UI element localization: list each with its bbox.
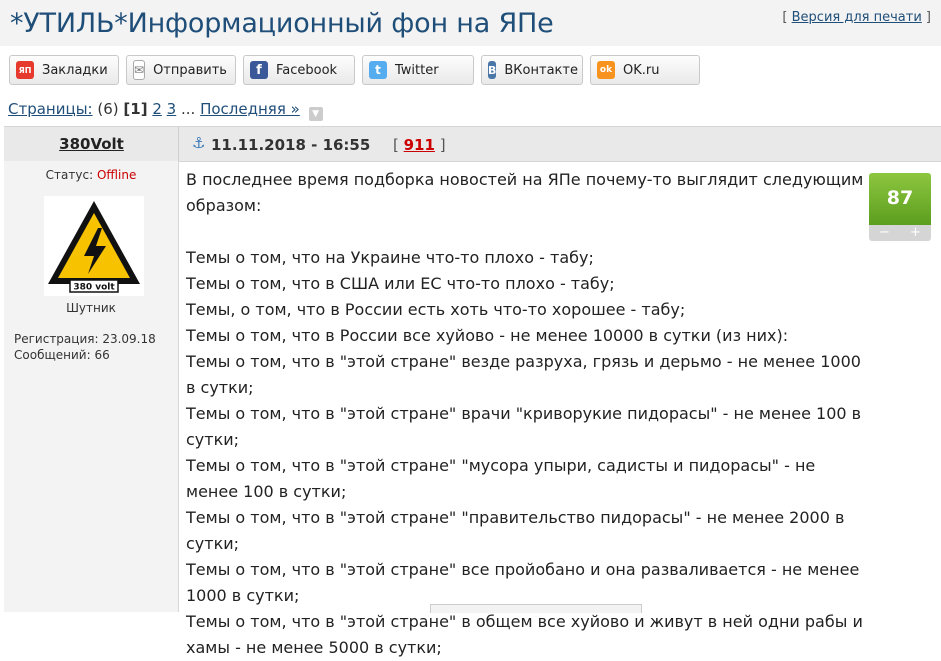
print-version: [ Версия для печати ] [782, 10, 931, 25]
pagination: Страницы: (6) [1] 2 3 ... Последняя » ▼ [8, 100, 323, 121]
post-line: Темы о том, что в США или ЕС что-то плох… [186, 274, 615, 293]
post-number-link[interactable]: 911 [404, 136, 435, 154]
twitter-icon: t [369, 61, 387, 79]
post-line: Темы о том, что в "этой стране" врачи "к… [186, 404, 862, 449]
vote-up-button[interactable]: + [910, 225, 921, 241]
pages-count: (6) [97, 100, 119, 118]
status-badge: Offline [96, 168, 137, 182]
anchor-icon[interactable]: ⚓ [192, 134, 205, 152]
author-rank: Шутник [66, 301, 116, 315]
post-line: Темы о том, что в "этой стране" везде ра… [186, 352, 861, 397]
post-date: 11.11.2018 - 16:55 [211, 136, 371, 154]
registration-date: Регистрация: 23.09.18 [14, 332, 156, 346]
pages-label[interactable]: Страницы: [8, 100, 93, 118]
share-button-vk[interactable]: B ВКонтакте [481, 55, 583, 85]
post-body: В последнее время подборка новостей на Я… [186, 167, 871, 661]
post-header: 380Volt ⚓ 11.11.2018 - 16:55 [ 911 ] [4, 126, 941, 162]
share-button-twitter[interactable]: t Twitter [362, 55, 474, 85]
post-line [186, 219, 871, 245]
last-page-link[interactable]: Последняя » [200, 100, 300, 118]
post-line: Темы о том, что в "этой стране" "правите… [186, 508, 845, 553]
post-number: [ 911 ] [393, 136, 446, 154]
post-line: Темы о том, что в России все хуйово - не… [186, 326, 789, 345]
facebook-icon: f [250, 61, 268, 79]
post-line: Темы о том, что на Украине что-то плохо … [186, 248, 594, 267]
post-line: Темы о том, что в "этой стране" "мусора … [186, 456, 816, 501]
mail-icon: ✉ [133, 60, 146, 80]
high-voltage-warning-icon: 380 volt [48, 201, 140, 293]
share-toolbar: ЯП Закладки ✉ Отправить f Facebook t Twi… [9, 55, 700, 87]
page-link-3[interactable]: 3 [167, 100, 177, 118]
ok-icon: ok [597, 61, 615, 79]
share-button-email[interactable]: ✉ Отправить [126, 55, 236, 85]
svg-text:380 volt: 380 volt [73, 283, 115, 293]
post-author: 380Volt [4, 135, 179, 153]
post-line: Темы о том, что в "этой стране" все прой… [186, 560, 860, 605]
post-line: Темы, о том, что в России есть хоть что-… [186, 300, 686, 319]
pages-ellipsis: ... [181, 100, 196, 118]
author-panel: Статус: Offline 380 volt Шутник Регистра… [4, 161, 179, 612]
chevron-down-icon[interactable]: ▼ [308, 107, 323, 121]
post-line: В последнее время подборка новостей на Я… [186, 170, 864, 215]
rating-value: 87 [869, 173, 931, 225]
author-status: Статус: Offline [45, 168, 137, 182]
share-button-bookmarks[interactable]: ЯП Закладки [9, 55, 119, 85]
topic-title: *УТИЛЬ*Информационный фон на ЯПе [10, 8, 554, 39]
vk-icon: B [488, 61, 497, 79]
post-line: Темы о том, что в "этой стране" в общем … [186, 612, 863, 657]
vote-down-button[interactable]: − [879, 225, 890, 241]
current-page: [1] [123, 100, 148, 118]
share-button-facebook[interactable]: f Facebook [243, 55, 355, 85]
author-link[interactable]: 380Volt [59, 135, 124, 153]
topic-header: *УТИЛЬ*Информационный фон на ЯПе [ Верси… [0, 0, 941, 46]
share-button-ok[interactable]: ok OK.ru [590, 55, 700, 85]
print-version-link[interactable]: Версия для печати [792, 10, 922, 25]
page-link-2[interactable]: 2 [152, 100, 162, 118]
rating-widget: 87 − + [869, 173, 931, 241]
author-info: Регистрация: 23.09.18 Сообщений: 66 [14, 331, 156, 363]
yap-icon: ЯП [16, 61, 34, 79]
avatar: 380 volt [44, 196, 144, 296]
message-count: Сообщений: 66 [14, 348, 110, 362]
